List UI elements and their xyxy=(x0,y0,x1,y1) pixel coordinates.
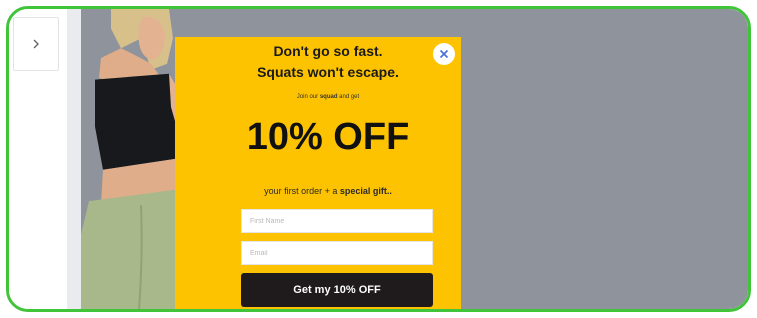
subline-bold: squad xyxy=(319,94,338,100)
popup-headline: Don't go so fast. Squats won't escape. xyxy=(215,41,441,83)
headline-line-1: Don't go so fast. xyxy=(273,43,383,59)
popup-subline: Join our squad and get xyxy=(215,94,441,100)
expand-sidebar-button[interactable] xyxy=(13,17,59,71)
discount-amount: 10% OFF xyxy=(246,116,410,158)
chevron-right-icon xyxy=(33,39,39,49)
offer-description: your first order + a special gift.. xyxy=(215,186,441,196)
claim-discount-button[interactable]: Get my 10% OFF xyxy=(241,273,433,307)
subline-suffix: and get xyxy=(339,94,360,100)
email-field[interactable] xyxy=(241,241,433,265)
discount-popup: Don't go so fast. Squats won't escape. J… xyxy=(175,37,461,309)
subline-prefix: Join our xyxy=(296,94,319,100)
offer-bold: special gift.. xyxy=(339,186,392,196)
offer-prefix: your first order + a xyxy=(264,186,338,196)
browser-frame: Don't go so fast. Squats won't escape. J… xyxy=(6,6,751,312)
first-name-field[interactable] xyxy=(241,209,433,233)
headline-line-2: Squats won't escape. xyxy=(257,64,399,80)
side-panel-divider xyxy=(67,9,81,309)
